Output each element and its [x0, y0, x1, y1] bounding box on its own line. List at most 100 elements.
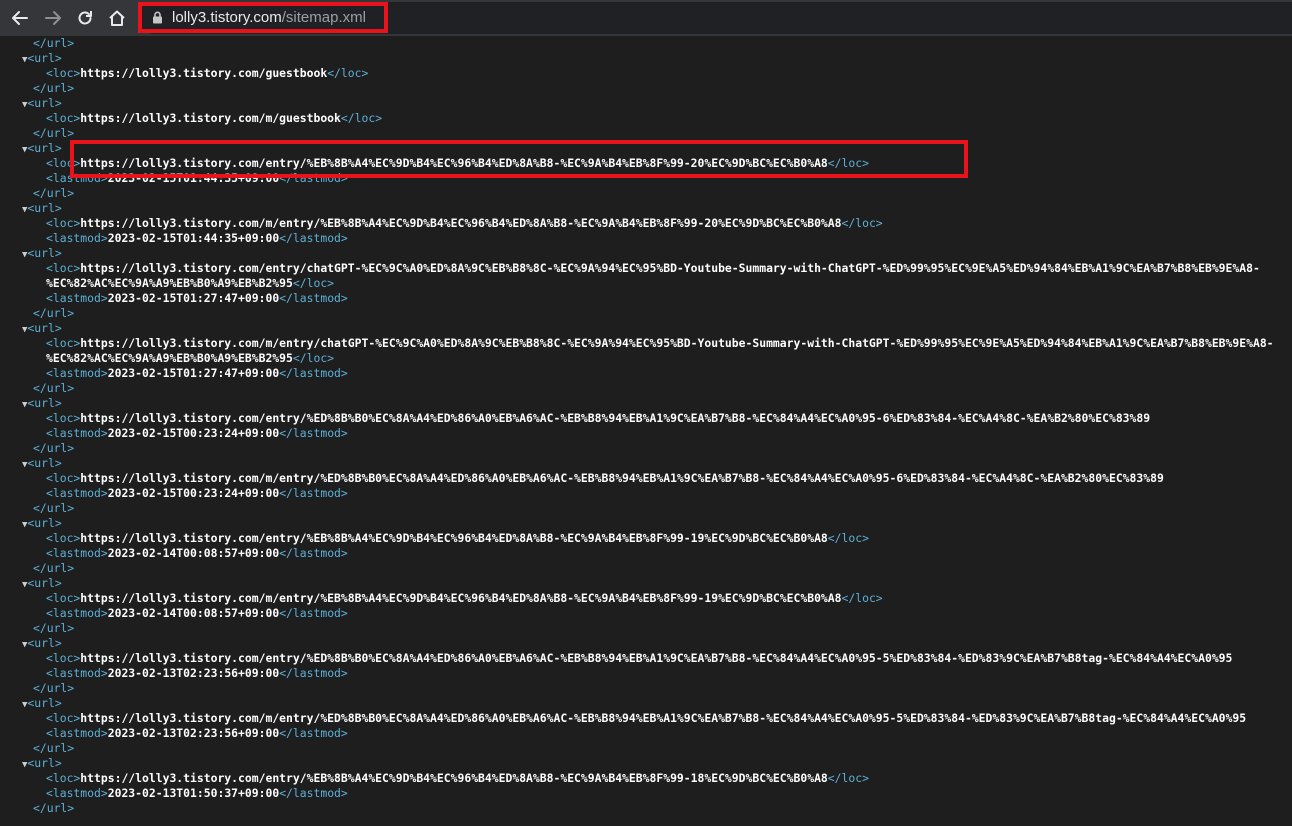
xml-line: </url> [0, 306, 1292, 321]
xml-tag: </url> [33, 741, 75, 755]
back-button[interactable] [8, 6, 32, 30]
xml-line: </url> [0, 801, 1292, 816]
xml-line: <loc>https://lolly3.tistory.com/m/entry/… [0, 216, 1292, 231]
xml-line: ▼<url> [0, 636, 1292, 651]
xml-line: <lastmod>2023-02-15T01:44:35+09:00</last… [0, 171, 1292, 186]
xml-tag: </url> [33, 186, 75, 200]
lastmod-value: 2023-02-15T00:23:24+09:00 [107, 486, 280, 500]
xml-line: ▼<url> [0, 756, 1292, 771]
xml-line: </url> [0, 501, 1292, 516]
loc-value: https://lolly3.tistory.com/entry/%ED%8B%… [80, 651, 1233, 665]
xml-line: ▼<url> [0, 576, 1292, 591]
xml-tag: <loc> [46, 216, 81, 230]
xml-line: <lastmod>2023-02-15T01:27:47+09:00</last… [0, 291, 1292, 306]
url-path: /sitemap.xml [281, 9, 366, 26]
xml-line: <lastmod>2023-02-13T01:50:37+09:00</last… [0, 786, 1292, 801]
forward-button[interactable] [41, 6, 65, 30]
xml-tag: <url> [27, 636, 62, 650]
xml-line: </url> [0, 36, 1292, 51]
xml-tag: </lastmod> [279, 426, 348, 440]
xml-tag: </loc> [327, 66, 369, 80]
xml-tag: </loc> [340, 111, 383, 125]
xml-line: </url> [0, 681, 1292, 696]
xml-line: </url> [0, 441, 1292, 456]
xml-tag: </url> [33, 306, 75, 320]
xml-line: </url> [0, 186, 1292, 201]
xml-line: </url> [0, 126, 1292, 141]
xml-line: %EC%82%AC%EC%9A%A9%EB%B0%A9%EB%B2%95</lo… [0, 276, 1292, 291]
xml-tag: </url> [33, 681, 75, 695]
xml-tag: <lastmod> [46, 426, 108, 440]
lastmod-value: 2023-02-15T00:23:24+09:00 [107, 426, 280, 440]
xml-tag: <url> [27, 141, 62, 155]
xml-line: ▼<url> [0, 396, 1292, 411]
xml-tag: </lastmod> [279, 546, 348, 560]
xml-tag: <url> [27, 756, 62, 770]
xml-tag: <url> [27, 516, 62, 530]
arrow-left-icon [12, 11, 28, 25]
xml-line: ▼<url> [0, 51, 1292, 66]
xml-line: <loc>https://lolly3.tistory.com/entry/ch… [0, 261, 1292, 276]
xml-line: <loc>https://lolly3.tistory.com/m/guestb… [0, 111, 1292, 126]
xml-tag: </url> [33, 501, 75, 515]
xml-tag: <url> [27, 396, 62, 410]
home-icon [109, 10, 125, 26]
loc-value: https://lolly3.tistory.com/guestbook [80, 66, 328, 80]
xml-tag: <loc> [46, 336, 81, 350]
home-button[interactable] [105, 6, 129, 30]
xml-line: <loc>https://lolly3.tistory.com/entry/%E… [0, 156, 1292, 171]
xml-tag: </url> [33, 621, 75, 635]
xml-line: ▼<url> [0, 456, 1292, 471]
xml-line: ▼<url> [0, 696, 1292, 711]
xml-tag: </lastmod> [279, 606, 348, 620]
lastmod-value: 2023-02-14T00:08:57+09:00 [107, 606, 280, 620]
xml-tag: </loc> [827, 156, 869, 170]
xml-line: ▼<url> [0, 246, 1292, 261]
xml-tag: <url> [27, 96, 62, 110]
xml-tag: <lastmod> [46, 546, 108, 560]
xml-tag: </loc> [827, 771, 869, 785]
loc-value: https://lolly3.tistory.com/entry/%EB%8B%… [80, 156, 828, 170]
xml-tag: <loc> [46, 111, 81, 125]
xml-line: ▼<url> [0, 96, 1292, 111]
xml-tag: </url> [33, 126, 75, 140]
xml-tag: <url> [27, 456, 62, 470]
xml-tag: <url> [27, 321, 62, 335]
lock-icon [152, 11, 163, 24]
xml-line: <loc>https://lolly3.tistory.com/entry/%E… [0, 651, 1292, 666]
xml-line: <loc>https://lolly3.tistory.com/entry/%E… [0, 531, 1292, 546]
xml-tag: <lastmod> [46, 606, 108, 620]
xml-line: ▼<url> [0, 516, 1292, 531]
xml-line: </url> [0, 561, 1292, 576]
xml-tag: </lastmod> [279, 366, 348, 380]
xml-tag: <lastmod> [46, 486, 108, 500]
xml-tag: <loc> [46, 711, 81, 725]
xml-line: <lastmod>2023-02-15T00:23:24+09:00</last… [0, 426, 1292, 441]
xml-tag: <loc> [46, 471, 81, 485]
xml-tag: <loc> [46, 531, 81, 545]
xml-tag: </url> [33, 561, 75, 575]
xml-line: </url> [0, 381, 1292, 396]
url-host: lolly3.tistory.com [172, 9, 282, 26]
xml-tag: </loc> [827, 531, 869, 545]
xml-tag: <loc> [46, 156, 81, 170]
xml-tag: </loc> [841, 216, 883, 230]
xml-line: <loc>https://lolly3.tistory.com/guestboo… [0, 66, 1292, 81]
xml-tag: </url> [33, 801, 75, 815]
xml-line: </url> [0, 741, 1292, 756]
xml-tag: <lastmod> [46, 291, 108, 305]
xml-tag: </lastmod> [279, 291, 348, 305]
loc-value: https://lolly3.tistory.com/m/entry/%EB%8… [80, 591, 842, 605]
xml-tag: <url> [27, 576, 62, 590]
loc-value: https://lolly3.tistory.com/m/entry/%EB%8… [80, 216, 842, 230]
xml-line: <loc>https://lolly3.tistory.com/m/entry/… [0, 336, 1292, 351]
xml-tag: <lastmod> [46, 171, 108, 185]
xml-tag: <url> [27, 201, 62, 215]
xml-tag: </lastmod> [279, 231, 348, 245]
xml-tag: <loc> [46, 261, 81, 275]
url-highlight-box[interactable]: lolly3.tistory.com/sitemap.xml [138, 2, 388, 33]
xml-tag: </lastmod> [279, 171, 348, 185]
xml-line: <lastmod>2023-02-14T00:08:57+09:00</last… [0, 606, 1292, 621]
reload-button[interactable] [73, 6, 97, 30]
xml-line: <lastmod>2023-02-15T00:23:24+09:00</last… [0, 486, 1292, 501]
